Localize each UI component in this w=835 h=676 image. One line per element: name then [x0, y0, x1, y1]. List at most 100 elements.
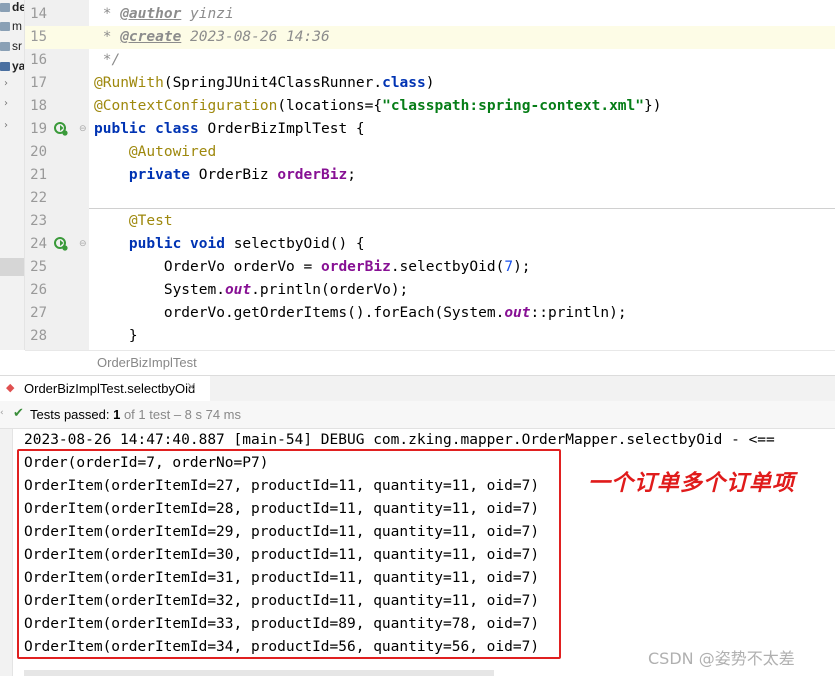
code-line[interactable]: 26 System.out.println(orderVo); — [25, 279, 835, 302]
code-line[interactable]: 18 @ContextConfiguration(locations={"clas… — [25, 95, 835, 118]
breadcrumb-class[interactable]: OrderBizImplTest — [97, 355, 197, 370]
code-text: @RunWith(SpringJUnit4ClassRunner.class) — [94, 72, 434, 95]
line-number: 25 — [30, 259, 47, 275]
line-number: 26 — [30, 282, 47, 298]
code-token: public void — [128, 236, 234, 252]
chevron-left-icon[interactable]: ‹ — [0, 408, 4, 418]
code-line[interactable]: 17 @RunWith(SpringJUnit4ClassRunner.class… — [25, 72, 835, 95]
line-number: 19 — [30, 121, 47, 137]
code-line[interactable]: 24 ⊖ public void selectbyOid() { — [25, 233, 835, 256]
fold-icon[interactable]: ⊖ — [79, 124, 87, 134]
line-number: 24 — [30, 236, 47, 252]
code-text: OrderVo orderVo = orderBiz.selectbyOid(7… — [94, 256, 531, 279]
folder-icon — [0, 3, 10, 12]
tests-passed-label: Tests passed: — [30, 407, 114, 422]
code-line[interactable]: 16 */ — [25, 49, 835, 72]
code-text: @ContextConfiguration(locations={"classp… — [94, 95, 661, 118]
run-test-icon[interactable] — [54, 237, 68, 251]
code-token: (locations={ — [277, 98, 383, 114]
code-line[interactable]: 20 @Autowired — [25, 141, 835, 164]
code-token: orderBiz — [320, 259, 391, 275]
folder-icon — [0, 42, 10, 51]
code-text: @Test — [94, 210, 173, 233]
code-line[interactable]: 15 * @create 2023-08-26 14:36 — [25, 26, 835, 49]
selected-tree-row[interactable] — [0, 258, 24, 276]
code-token: .selectbyOid( — [390, 259, 505, 275]
line-number: 27 — [30, 305, 47, 321]
tests-total: of 1 test – 8 s 74 ms — [120, 407, 242, 422]
chevron-right-icon[interactable]: › — [4, 120, 8, 131]
code-token: OrderBiz — [198, 167, 278, 183]
test-status-text: Tests passed: 1 of 1 test – 8 s 74 ms — [30, 407, 241, 422]
line-number: 14 — [30, 6, 47, 22]
code-token: ; — [347, 167, 356, 183]
code-token: ) — [425, 75, 435, 91]
run-tab-label: OrderBizImplTest.selectbyOid — [24, 381, 196, 396]
test-status-bar: ‹ ✔ Tests passed: 1 of 1 test – 8 s 74 m… — [0, 401, 835, 429]
code-token: }) — [644, 98, 662, 114]
code-token: orderBiz — [277, 167, 348, 183]
console-output-line: OrderItem(orderItemId=31, productId=11, … — [24, 570, 540, 586]
fold-icon[interactable]: ⊖ — [79, 239, 87, 249]
code-token: */ — [94, 52, 121, 68]
line-number: 21 — [30, 167, 47, 183]
code-text: public void selectbyOid() { — [94, 233, 365, 256]
code-token: 7 — [504, 259, 514, 275]
run-test-icon[interactable] — [54, 122, 68, 136]
code-line[interactable]: 28 } — [25, 325, 835, 348]
project-tree-item[interactable]: de — [0, 0, 24, 16]
chevron-right-icon[interactable]: › — [4, 98, 8, 109]
code-text: * @create 2023-08-26 14:36 — [94, 26, 330, 49]
code-line[interactable]: 21 private OrderBiz orderBiz; — [25, 164, 835, 187]
line-number: 20 — [30, 144, 47, 160]
line-number: 23 — [30, 213, 47, 229]
code-token: out — [504, 305, 531, 321]
code-text: System.out.println(orderVo); — [94, 279, 408, 302]
run-tab[interactable]: ◆ OrderBizImplTest.selectbyOid × — [0, 376, 210, 403]
project-tree-item[interactable]: sr — [0, 39, 24, 55]
line-number: 15 — [30, 29, 47, 45]
code-token: ::println); — [530, 305, 627, 321]
line-number: 16 — [30, 52, 47, 68]
code-token: @Autowired — [128, 144, 217, 160]
check-icon: ✔ — [13, 406, 24, 421]
line-number: 17 — [30, 75, 47, 91]
code-editor[interactable]: 14 * @author yinzi 15 * @create 2023-08-2… — [25, 0, 835, 350]
code-text: * @author yinzi — [94, 3, 234, 26]
horizontal-scrollbar[interactable] — [24, 670, 494, 676]
console-output-line: Order(orderId=7, orderNo=P7) — [24, 455, 269, 471]
close-icon[interactable]: × — [186, 380, 197, 395]
module-icon — [0, 62, 10, 71]
console-output-line: OrderItem(orderItemId=30, productId=11, … — [24, 547, 540, 563]
code-token: 2023-08-26 14:36 — [181, 29, 330, 45]
line-number: 18 — [30, 98, 47, 114]
project-tree-panel[interactable]: de m sr ya › › › — [0, 0, 25, 350]
folder-icon — [0, 22, 10, 31]
line-number: 28 — [30, 328, 47, 344]
code-line[interactable]: 19 ⊖ public class OrderBizImplTest { — [25, 118, 835, 141]
code-token: } — [94, 328, 138, 344]
project-tree-item[interactable]: ya — [0, 59, 24, 75]
code-text: */ — [94, 49, 120, 72]
code-token: private — [128, 167, 199, 183]
code-token: @Test — [128, 213, 173, 229]
breadcrumb[interactable]: OrderBizImplTest — [25, 350, 835, 375]
code-token: orderVo.getOrderItems().forEach(System. — [94, 305, 505, 321]
code-line[interactable]: 14 * @author yinzi — [25, 3, 835, 26]
project-tree-item[interactable]: m — [0, 19, 24, 35]
chevron-right-icon[interactable]: › — [4, 78, 8, 89]
code-line[interactable]: 22 — [25, 187, 835, 210]
code-line[interactable]: 25 OrderVo orderVo = orderBiz.selectbyOi… — [25, 256, 835, 279]
code-token: * — [94, 6, 121, 22]
code-token: class — [382, 75, 426, 91]
code-token: @author — [120, 6, 182, 22]
code-line[interactable]: 23 @Test — [25, 210, 835, 233]
code-line[interactable]: 27 orderVo.getOrderItems().forEach(Syste… — [25, 302, 835, 325]
code-token: OrderVo orderVo = — [94, 259, 321, 275]
code-token: System. — [94, 282, 225, 298]
code-text: private OrderBiz orderBiz; — [94, 164, 356, 187]
console-output[interactable]: 2023-08-26 14:47:40.887 [main-54] DEBUG … — [0, 429, 835, 676]
